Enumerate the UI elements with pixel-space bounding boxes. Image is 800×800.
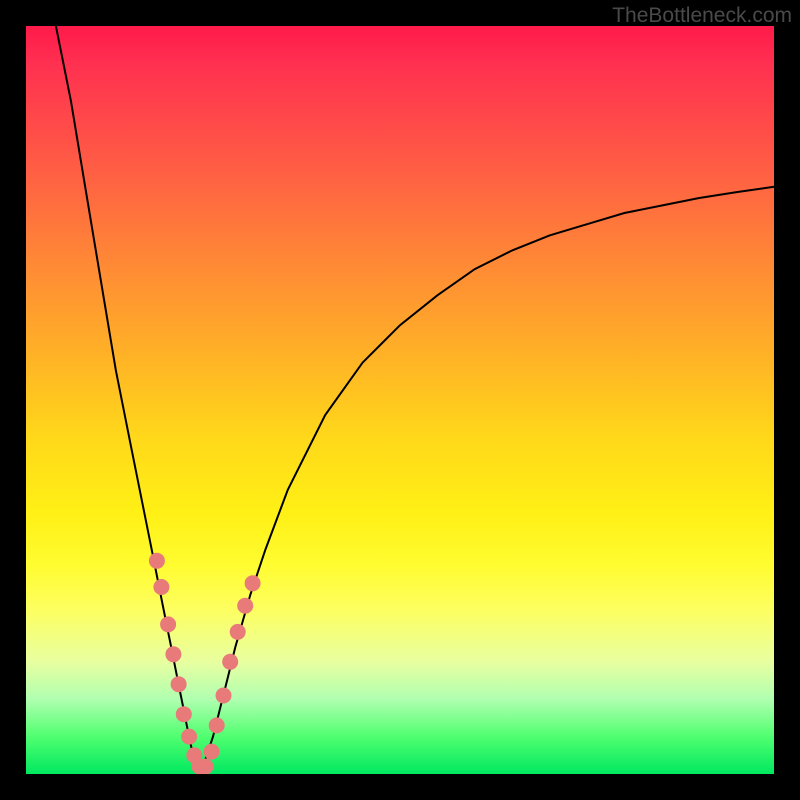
marker-dot [237,598,253,614]
marker-dot [216,688,232,704]
chart-svg [26,26,774,774]
marker-dot [245,575,261,591]
curve-group [56,26,774,770]
right-curve [198,187,774,771]
chart-plot-area [26,26,774,774]
marker-dot [230,624,246,640]
watermark-text: TheBottleneck.com [612,4,792,28]
marker-dot [153,579,169,595]
marker-dot [171,676,187,692]
marker-dot [198,759,214,775]
marker-dot [176,706,192,722]
marker-dot [165,646,181,662]
marker-group [149,553,261,774]
marker-dot [222,654,238,670]
marker-dot [204,744,220,760]
marker-dot [181,729,197,745]
marker-dot [149,553,165,569]
marker-dot [160,616,176,632]
marker-dot [209,717,225,733]
